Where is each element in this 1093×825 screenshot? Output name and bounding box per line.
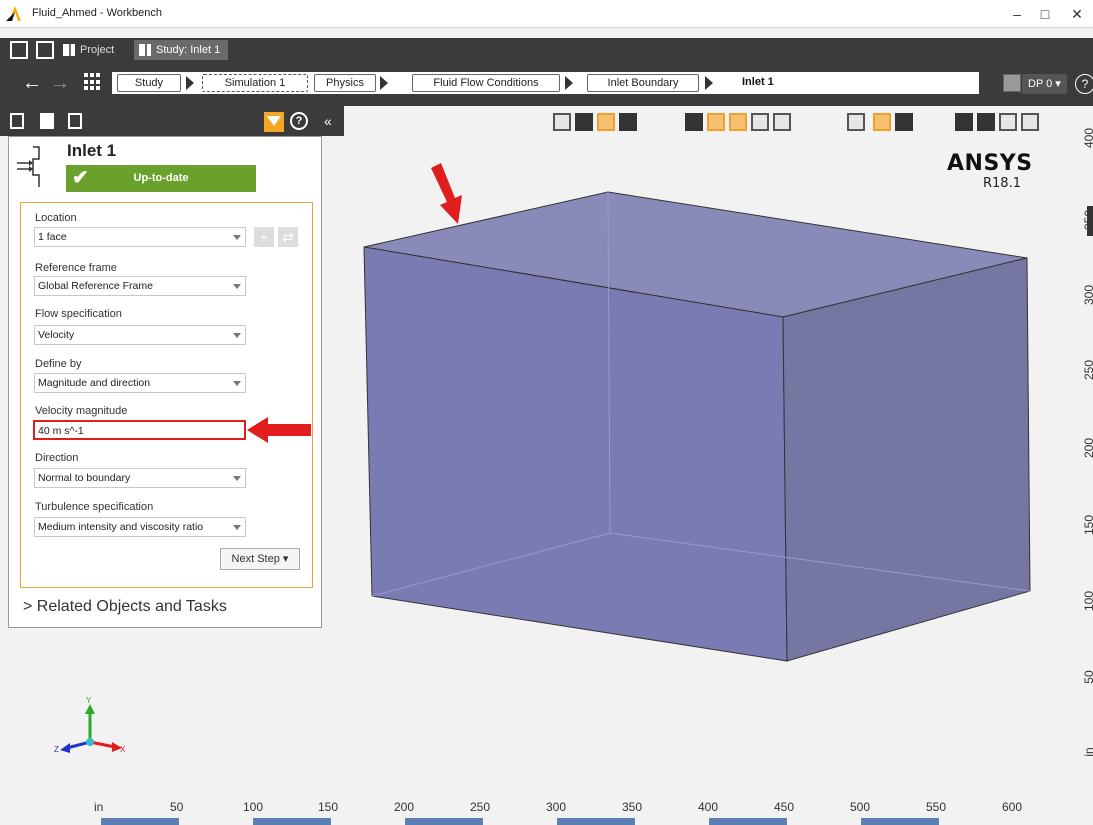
select-mode-icon[interactable] bbox=[619, 113, 637, 131]
axis-y-label: Y bbox=[86, 696, 92, 705]
zoom-fit-icon[interactable] bbox=[847, 113, 865, 131]
ruler-tick-label: in bbox=[1082, 747, 1093, 757]
ruler-tick-label: 50 bbox=[1082, 670, 1093, 684]
ruler-tick-label: 500 bbox=[850, 800, 871, 814]
ruler-tick-label: 200 bbox=[394, 800, 415, 814]
view-top-icon[interactable] bbox=[729, 113, 747, 131]
ansys-logo: ANSYS bbox=[947, 151, 1033, 176]
select-body-icon[interactable] bbox=[597, 113, 615, 131]
ruler-tick-label: 400 bbox=[1082, 127, 1093, 149]
view-front-icon[interactable] bbox=[685, 113, 703, 131]
view-side-icon[interactable] bbox=[751, 113, 769, 131]
ruler-icon[interactable] bbox=[873, 113, 891, 131]
axis-z-label: Z bbox=[54, 745, 59, 754]
ruler-tick-label: 100 bbox=[243, 800, 264, 814]
ruler-tick-label: 300 bbox=[1082, 284, 1093, 306]
ruler-tick-label: 300 bbox=[546, 800, 567, 814]
geometry-viewport[interactable] bbox=[0, 0, 1093, 825]
box-right-face bbox=[782, 257, 1031, 662]
ruler-tick-label: 250 bbox=[470, 800, 491, 814]
zoom-extents-icon[interactable] bbox=[895, 113, 913, 131]
ruler-tick-label: 150 bbox=[318, 800, 339, 814]
annotation-arrow-icon bbox=[431, 163, 462, 224]
ruler-bar bbox=[405, 818, 483, 825]
ruler-tick-label: in bbox=[94, 800, 104, 814]
ruler-bar bbox=[253, 818, 331, 825]
ruler-tick-label: 50 bbox=[170, 800, 184, 814]
lighting-icon[interactable] bbox=[955, 113, 973, 131]
layers-icon[interactable] bbox=[1021, 113, 1039, 131]
ruler-bar bbox=[1087, 206, 1093, 236]
select-face-icon[interactable] bbox=[575, 113, 593, 131]
ruler-bar bbox=[101, 818, 179, 825]
ruler-bar bbox=[709, 818, 787, 825]
ruler-tick-label: 450 bbox=[774, 800, 795, 814]
ruler-tick-label: 200 bbox=[1082, 437, 1093, 459]
select-box-icon[interactable] bbox=[553, 113, 571, 131]
ruler-tick-label: 550 bbox=[926, 800, 947, 814]
inlet-face bbox=[363, 246, 788, 662]
shading-icon[interactable] bbox=[977, 113, 995, 131]
ruler-tick-label: 100 bbox=[1082, 590, 1093, 612]
ruler-bar bbox=[557, 818, 635, 825]
ruler-tick-label: 600 bbox=[1002, 800, 1023, 814]
ruler-tick-label: 250 bbox=[1082, 359, 1093, 381]
annotation-arrow-icon bbox=[247, 417, 311, 443]
ruler-tick-label: 150 bbox=[1082, 514, 1093, 536]
ruler-bar bbox=[861, 818, 939, 825]
view-back-icon[interactable] bbox=[773, 113, 791, 131]
axis-x-label: X bbox=[120, 745, 126, 754]
ansys-version: R18.1 bbox=[983, 176, 1021, 191]
rotate-icon[interactable] bbox=[999, 113, 1017, 131]
ruler-tick-label: 400 bbox=[698, 800, 719, 814]
view-iso-icon[interactable] bbox=[707, 113, 725, 131]
ruler-tick-label: 350 bbox=[622, 800, 643, 814]
